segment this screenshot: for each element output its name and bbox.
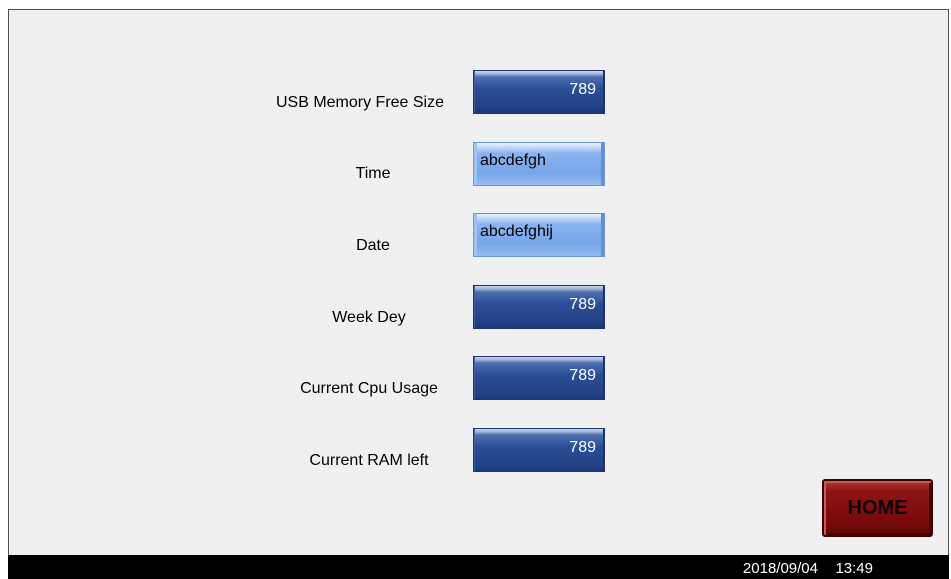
current-cpu-usage-display: 789	[473, 356, 605, 400]
time-label: Time	[355, 165, 391, 182]
date-label: Date	[356, 237, 390, 254]
time-display: abcdefgh	[473, 142, 605, 186]
usb-memory-free-size-label: USB Memory Free Size	[275, 94, 445, 111]
hmi-screen: USB Memory Free Size 789 Time abcdefgh D…	[8, 9, 949, 555]
current-cpu-usage-label: Current Cpu Usage	[300, 380, 438, 397]
home-button[interactable]: HOME	[822, 479, 933, 537]
date-display: abcdefghij	[473, 213, 605, 257]
current-ram-left-label: Current RAM left	[309, 452, 429, 469]
week-day-label: Week Dey	[332, 309, 406, 326]
status-time: 13:49	[835, 560, 873, 577]
current-ram-left-display: 789	[473, 428, 605, 472]
status-bar: 2018/09/04 13:49	[8, 555, 949, 579]
status-date: 2018/09/04	[742, 560, 818, 577]
usb-memory-free-size-display: 789	[473, 70, 605, 114]
week-day-display: 789	[473, 285, 605, 329]
